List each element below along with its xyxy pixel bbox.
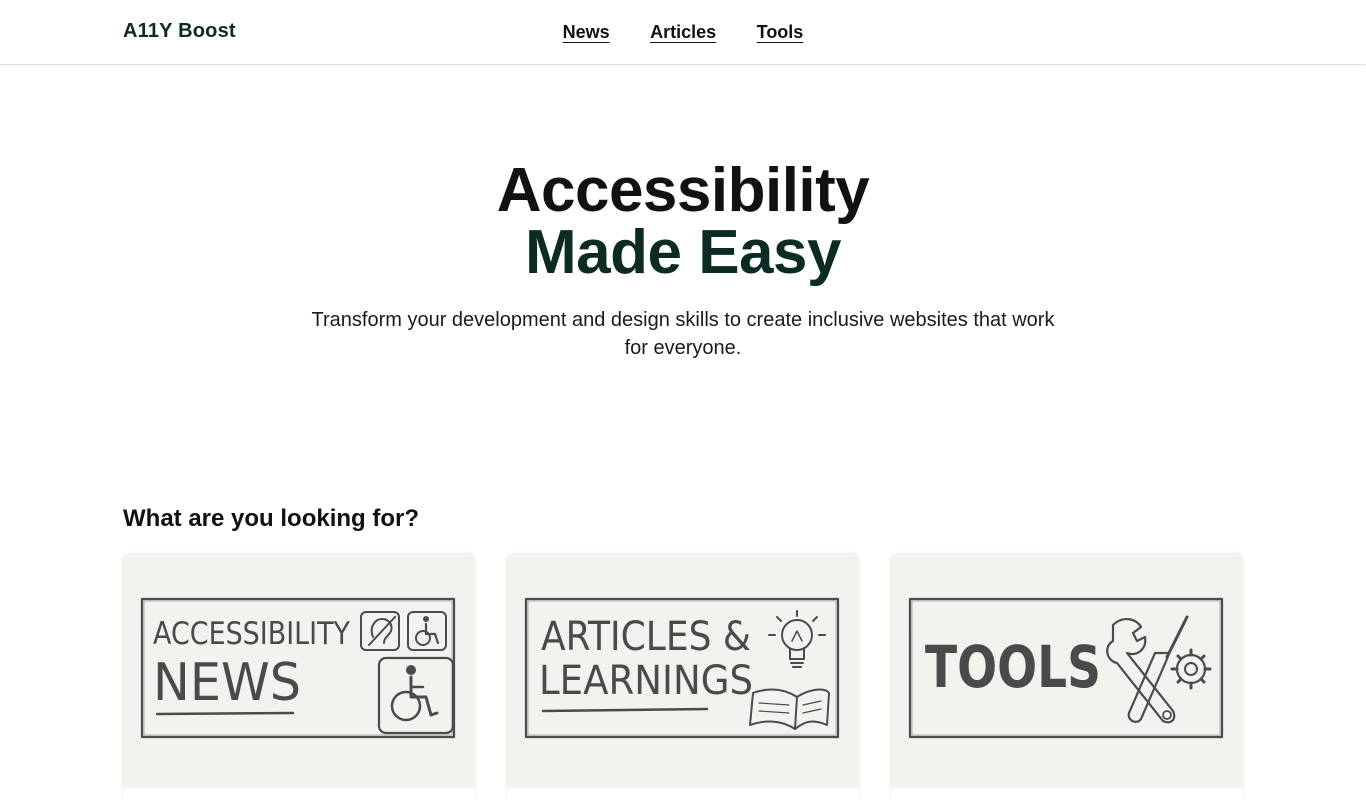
book-icon [749, 688, 830, 730]
card-articles-title-line1: ARTICLES & [541, 614, 751, 660]
hero-title-line2: Made Easy [524, 218, 842, 287]
card-news-illustration: ACCESSIBILITY NEWS [140, 597, 456, 739]
nav-link-tools[interactable]: Tools [757, 22, 804, 43]
card-tools-illustration: TOOLS [908, 597, 1224, 739]
site-header: A11Y Boost News Articles Tools [0, 0, 1366, 65]
wrench-icon [1106, 618, 1176, 724]
card-articles-illustration: ARTICLES & LEARNINGS [524, 597, 840, 739]
wheelchair-large-icon [377, 656, 455, 735]
hero-section: Accessibility Made Easy Transform your d… [0, 160, 1366, 362]
card-accessibility-news[interactable]: ACCESSIBILITY NEWS [123, 553, 475, 800]
nav-link-articles[interactable]: Articles [650, 22, 716, 43]
main-nav: News Articles Tools [0, 22, 1366, 43]
nav-link-news[interactable]: News [563, 22, 610, 43]
gear-icon [1170, 648, 1212, 690]
hero-title-line1: Accessibility [496, 156, 870, 225]
lightbulb-icon [768, 610, 826, 668]
card-articles-learnings[interactable]: ARTICLES & LEARNINGS [507, 553, 859, 800]
wheelchair-icon [407, 611, 447, 651]
card-articles-title-line2: LEARNINGS [539, 658, 753, 704]
card-news-title-line1: ACCESSIBILITY [153, 616, 350, 652]
card-tools-title: TOOLS [925, 633, 1101, 701]
card-news-title-line2: NEWS [153, 653, 301, 713]
hearing-icon [360, 611, 400, 651]
hero-subtitle: Transform your development and design sk… [311, 309, 1055, 359]
card-tools[interactable]: TOOLS [891, 553, 1243, 800]
section-title: What are you looking for? [123, 505, 420, 532]
